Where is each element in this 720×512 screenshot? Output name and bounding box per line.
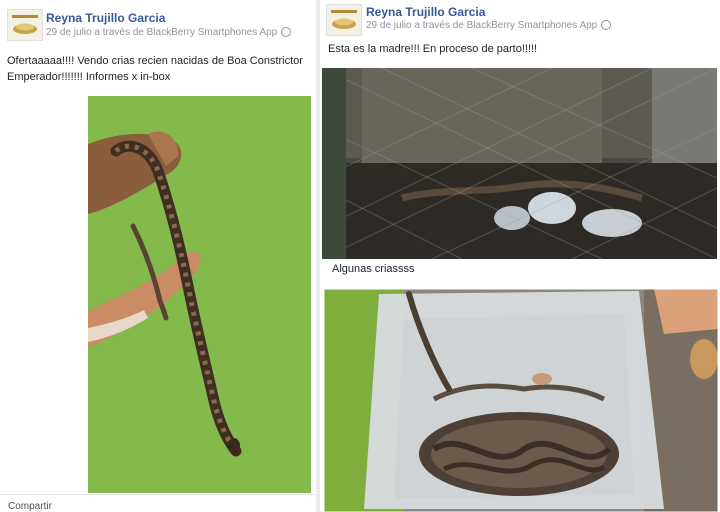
author-name[interactable]: Reyna Trujillo Garcia: [46, 11, 165, 25]
post-meta: 29 de julio a través de BlackBerry Smart…: [366, 20, 612, 31]
post-text: Ofertaaaaa!!!! Vendo crias recien nacida…: [7, 55, 303, 83]
public-globe-icon: [281, 27, 292, 38]
post-photo[interactable]: [322, 68, 717, 259]
post-timestamp[interactable]: 29 de julio a través de BlackBerry Smart…: [46, 27, 277, 38]
divider: [0, 494, 316, 495]
post-meta: 29 de julio a través de BlackBerry Smart…: [46, 27, 292, 38]
share-link[interactable]: Compartir: [8, 501, 52, 512]
public-globe-icon: [601, 20, 612, 31]
author-name[interactable]: Reyna Trujillo Garcia: [366, 5, 485, 19]
post-text: Esta es la madre!!! En proceso de parto!…: [328, 43, 538, 55]
avatar[interactable]: [326, 4, 362, 36]
post-card: Reyna Trujillo Garcia 29 de julio a trav…: [320, 0, 720, 512]
post-card: Reyna Trujillo Garcia 29 de julio a trav…: [0, 0, 316, 512]
post-photo[interactable]: [88, 96, 311, 493]
avatar[interactable]: [7, 9, 43, 41]
post-photo[interactable]: [324, 289, 718, 512]
post-timestamp[interactable]: 29 de julio a través de BlackBerry Smart…: [366, 20, 597, 31]
photo-caption: Algunas criassss: [332, 263, 415, 275]
